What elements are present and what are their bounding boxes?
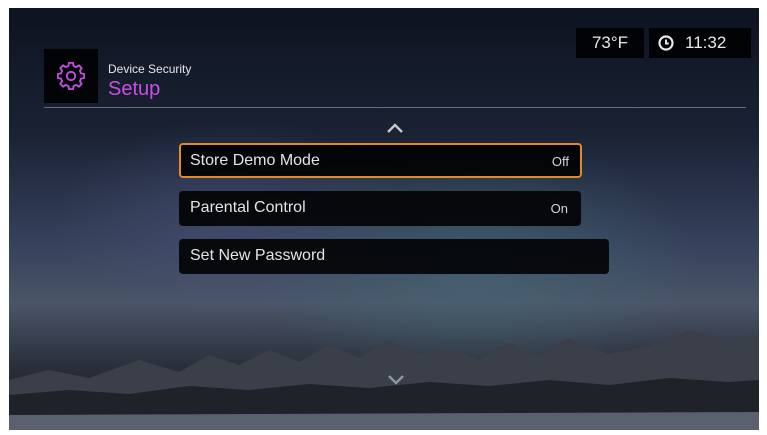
gear-icon	[57, 62, 85, 90]
header-subtitle: Device Security	[108, 62, 192, 76]
clock-display: 11:32	[649, 28, 751, 58]
menu-item-value: On	[550, 201, 568, 216]
clock-time: 11:32	[685, 33, 727, 52]
mountain-landscape	[9, 330, 759, 430]
tv-screen: 73°F 11:32 Device Security Setup Store D…	[9, 8, 759, 430]
clock-icon	[658, 35, 674, 51]
menu-item-parental-control[interactable]: Parental Control On	[179, 191, 581, 226]
menu-item-label: Parental Control	[190, 199, 306, 216]
chevron-down-icon[interactable]	[387, 374, 405, 386]
menu-item-store-demo-mode[interactable]: Store Demo Mode Off	[179, 143, 582, 178]
temperature-display: 73°F	[576, 28, 644, 58]
header-divider	[44, 107, 746, 108]
menu-item-value: Off	[551, 154, 569, 169]
menu-item-label: Set New Password	[190, 247, 326, 264]
menu-item-label: Store Demo Mode	[190, 152, 320, 169]
page-title: Setup	[108, 78, 161, 100]
chevron-up-icon[interactable]	[386, 122, 404, 134]
temperature-text: 73°F	[591, 33, 629, 52]
header-icon-box	[44, 49, 98, 103]
menu-item-set-new-password[interactable]: Set New Password	[179, 239, 609, 274]
